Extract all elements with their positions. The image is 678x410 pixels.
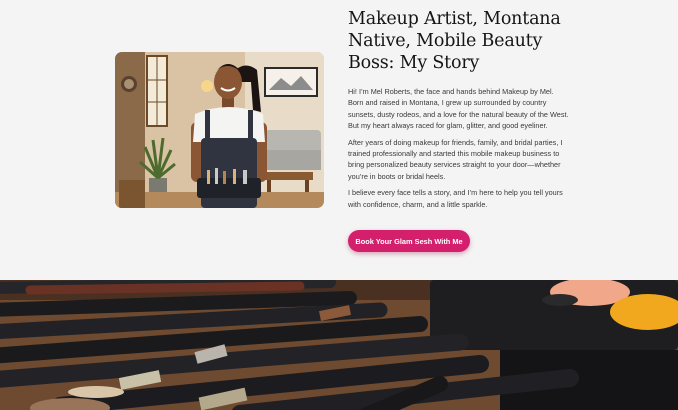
about-paragraph-intro: Hi! I’m Mel Roberts, the face and hands … (348, 87, 569, 131)
about-title: Makeup Artist, Montana Native, Mobile Be… (348, 9, 561, 73)
about-paragraph-story: I believe every face tells a story, and … (348, 188, 563, 209)
makeup-brushes-banner-photo (0, 280, 678, 410)
book-glam-session-button[interactable]: Book Your Glam Sesh With Me (348, 230, 470, 252)
about-paragraph-business: After years of doing makeup for friends,… (348, 137, 563, 181)
artist-portrait-photo (115, 52, 324, 208)
about-content: Makeup Artist, Montana Native, Mobile Be… (348, 8, 570, 210)
about-section: Makeup Artist, Montana Native, Mobile Be… (0, 0, 678, 280)
